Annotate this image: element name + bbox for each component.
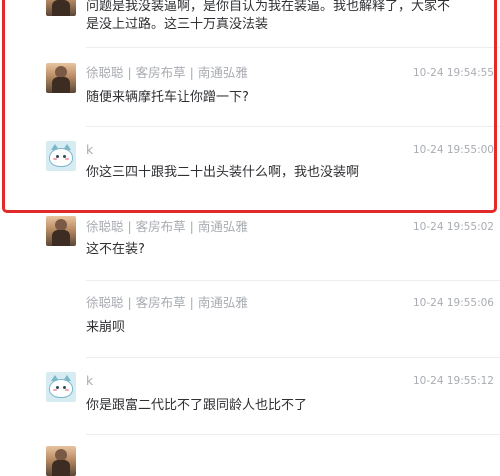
commenter-name[interactable]: 徐聪聪 | 客房布草 | 南通弘雅	[86, 65, 248, 81]
divider	[86, 357, 500, 358]
comment-text: 是没上过路。这三十万真没法装	[86, 17, 269, 32]
comment-text: 随便来辆摩托车让你蹭一下?	[86, 90, 249, 105]
user-avatar[interactable]	[46, 446, 76, 476]
comment-timestamp: 10-24 19:55:06	[412, 297, 494, 309]
comment-timestamp: 10-24 19:55:12	[412, 375, 494, 387]
comment-text: 你这三四十跟我二十出头装什么啊，我也没装啊	[86, 165, 360, 180]
comment-text: 你是跟富二代比不了跟同龄人也比不了	[86, 398, 308, 413]
divider	[86, 434, 500, 435]
commenter-name[interactable]: 徐聪聪 | 客房布草 | 南通弘雅	[86, 219, 248, 235]
user-avatar[interactable]	[46, 141, 76, 171]
comment-text: 这不在装?	[86, 242, 145, 257]
comment-text: 来崩呗	[86, 320, 126, 335]
comment-timestamp: 10-24 19:55:02	[412, 221, 494, 233]
user-avatar[interactable]	[46, 63, 76, 93]
comment-thread: 问题是我没装逼啊，是你自认为我在装逼。我也解释了，大家不 是没上过路。这三十万真…	[0, 0, 500, 476]
commenter-name[interactable]: 徐聪聪 | 客房布草 | 南通弘雅	[86, 295, 248, 311]
commenter-name[interactable]: k	[86, 142, 93, 158]
comment-timestamp: 10-24 19:55:00	[412, 144, 494, 156]
comment-text: 问题是我没装逼啊，是你自认为我在装逼。我也解释了，大家不	[86, 0, 451, 14]
user-avatar[interactable]	[46, 216, 76, 246]
user-avatar[interactable]	[46, 372, 76, 402]
divider	[86, 126, 500, 127]
comment-timestamp: 10-24 19:54:55	[412, 67, 494, 79]
divider	[86, 280, 500, 281]
user-avatar[interactable]	[46, 0, 76, 16]
divider	[86, 47, 500, 48]
commenter-name[interactable]: k	[86, 373, 93, 389]
